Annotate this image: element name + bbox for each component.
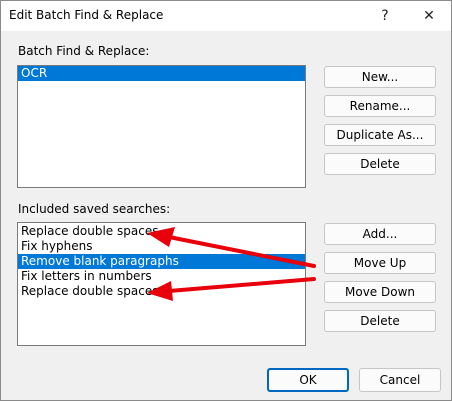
search-list-item[interactable]: Fix letters in numbers: [18, 269, 305, 284]
duplicate-as-button[interactable]: Duplicate As...: [324, 124, 436, 146]
add-button[interactable]: Add...: [324, 223, 436, 245]
window-title: Edit Batch Find & Replace: [9, 8, 164, 22]
search-list-item[interactable]: Fix hyphens: [18, 239, 305, 254]
search-list-item[interactable]: Replace double spaces: [18, 284, 305, 299]
searches-list[interactable]: Replace double spaces Fix hyphens Remove…: [17, 222, 306, 346]
rename-button[interactable]: Rename...: [324, 95, 436, 117]
ok-button[interactable]: OK: [267, 368, 349, 392]
title-bar: Edit Batch Find & Replace ? ✕: [1, 1, 451, 31]
batch-list-label: Batch Find & Replace:: [18, 44, 150, 58]
help-button[interactable]: ?: [363, 1, 407, 31]
move-down-button[interactable]: Move Down: [324, 281, 436, 303]
new-button[interactable]: New...: [324, 66, 436, 88]
move-up-button[interactable]: Move Up: [324, 252, 436, 274]
delete-batch-button[interactable]: Delete: [324, 153, 436, 175]
help-icon: ?: [381, 8, 389, 24]
close-button[interactable]: ✕: [407, 1, 451, 31]
cancel-button[interactable]: Cancel: [359, 368, 441, 392]
batch-list[interactable]: OCR: [17, 65, 306, 188]
close-icon: ✕: [423, 8, 435, 24]
batch-find-replace-dialog: Edit Batch Find & Replace ? ✕ Batch Find…: [0, 0, 452, 401]
search-list-item[interactable]: Replace double spaces: [18, 224, 305, 239]
search-list-item[interactable]: Remove blank paragraphs: [18, 254, 305, 269]
batch-list-item[interactable]: OCR: [18, 66, 305, 81]
delete-search-button[interactable]: Delete: [324, 310, 436, 332]
searches-list-label: Included saved searches:: [18, 202, 171, 216]
